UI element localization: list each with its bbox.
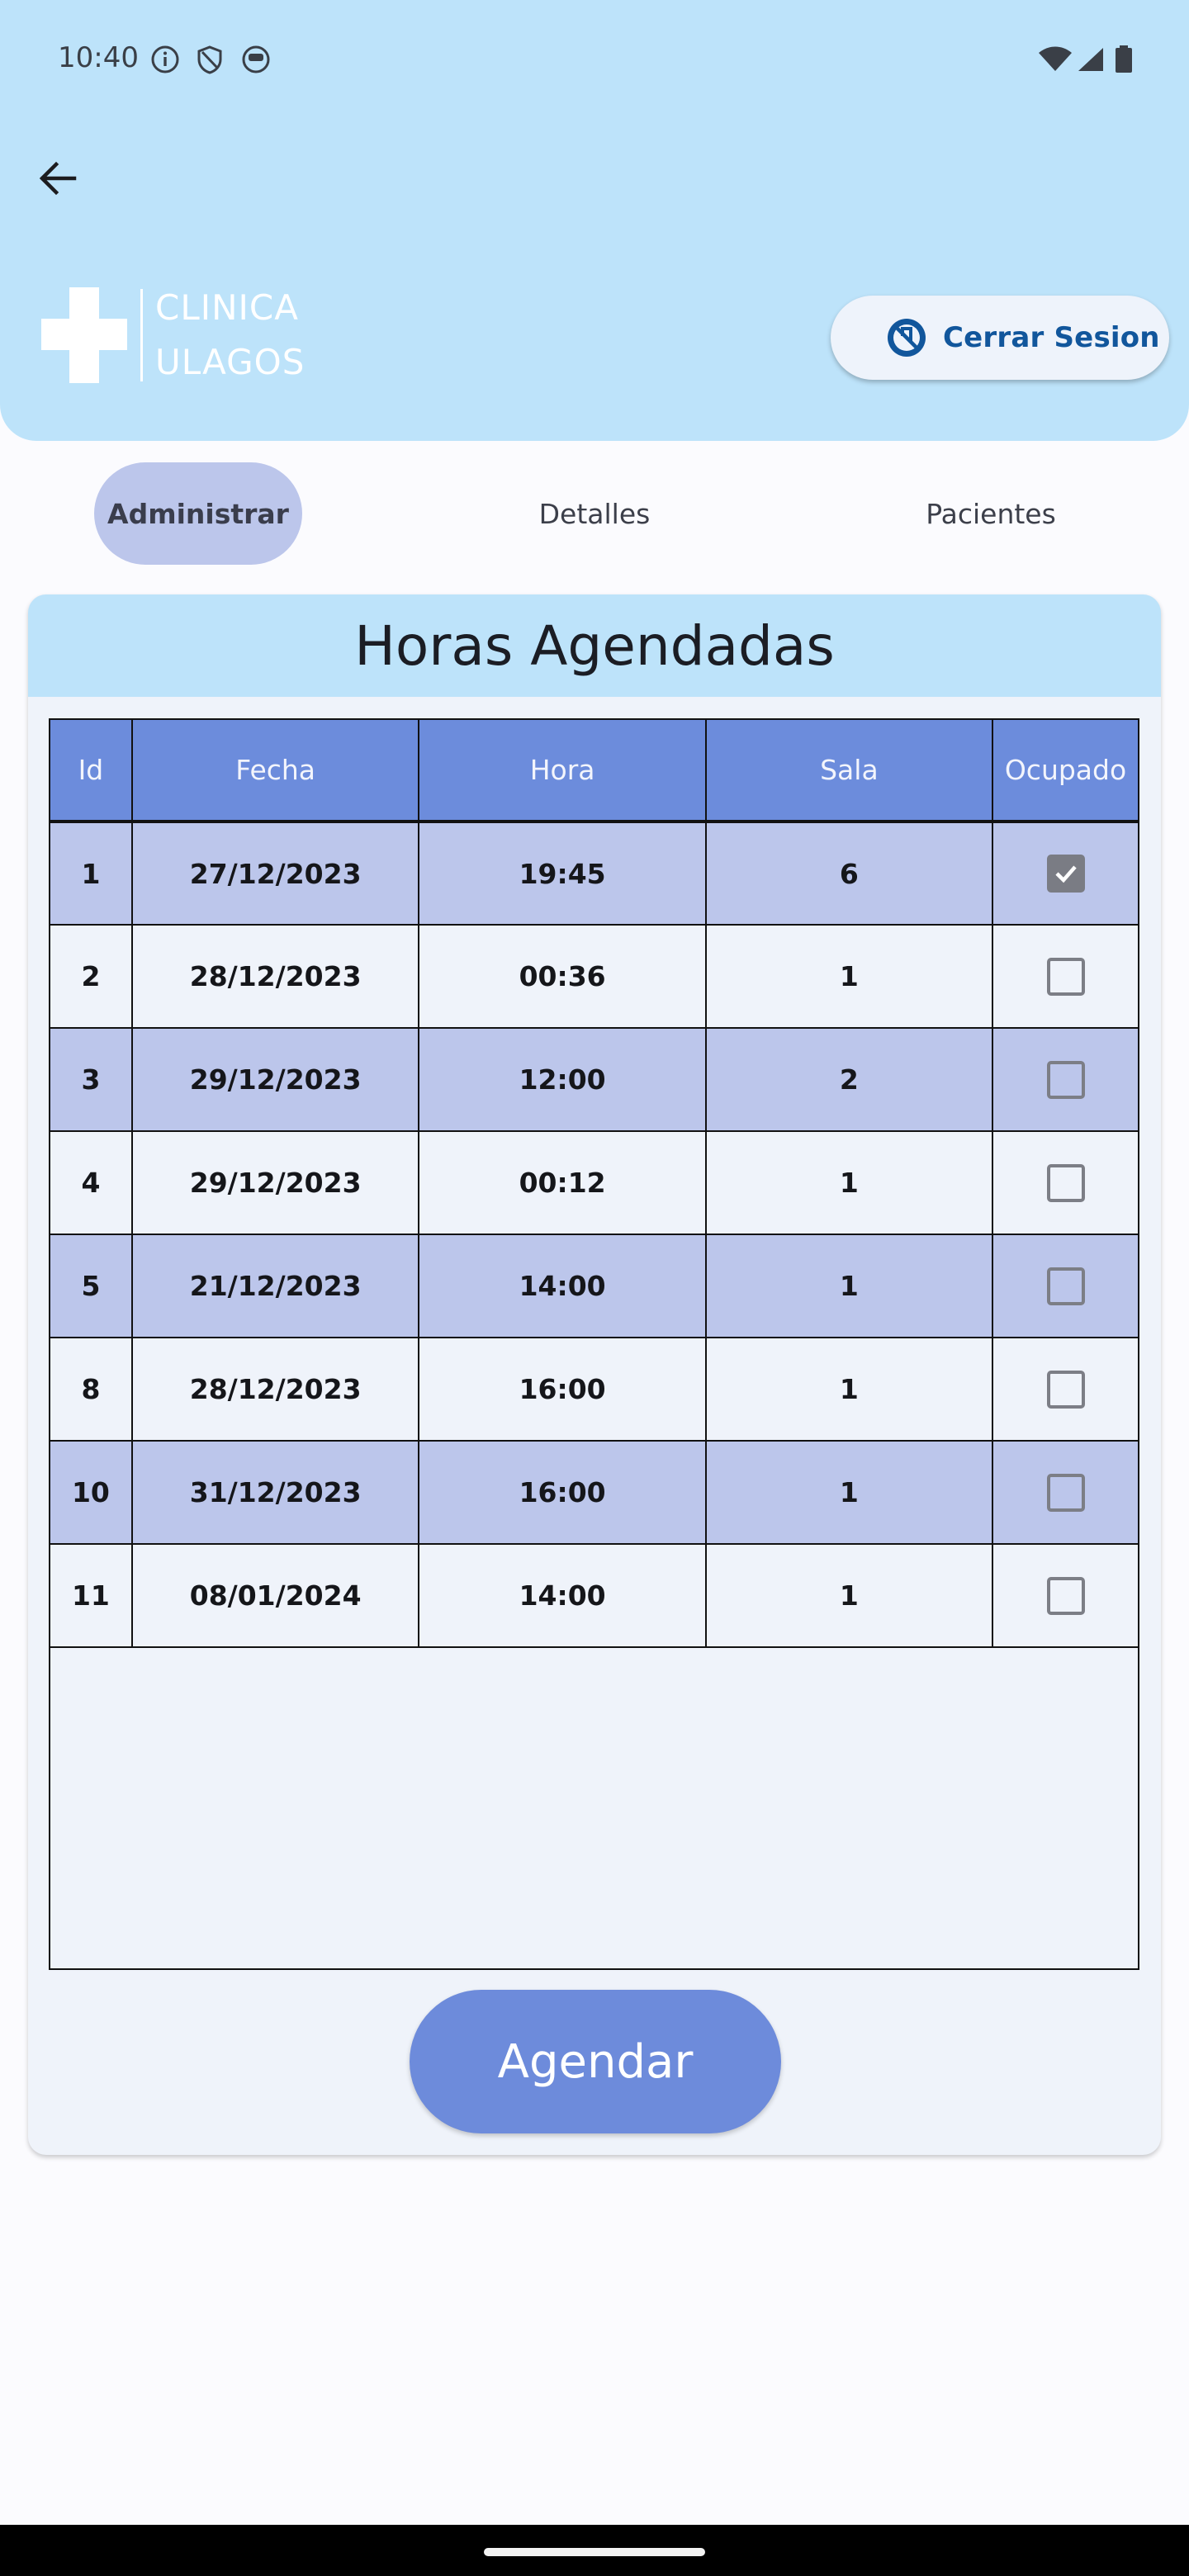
col-header-sala[interactable]: Sala	[704, 718, 994, 822]
table-header-row: Id Fecha Hora Sala Ocupado	[49, 718, 1139, 822]
cell-hora: 14:00	[418, 1543, 707, 1648]
ocupado-checkbox[interactable]	[1046, 1370, 1085, 1409]
clinic-logo: CLINICA ULAGOS	[41, 281, 314, 388]
tab-detalles[interactable]: Detalles	[495, 462, 694, 565]
cell-fecha: 29/12/2023	[130, 1027, 420, 1132]
logo-line-2: ULAGOS	[155, 342, 306, 382]
tab-pacientes[interactable]: Pacientes	[892, 462, 1090, 565]
cell-sala: 1	[704, 1234, 994, 1338]
cell-id: 2	[49, 924, 133, 1029]
home-gesture-handle[interactable]	[484, 2548, 705, 2556]
cell-fecha: 27/12/2023	[130, 821, 420, 926]
cell-hora: 12:00	[418, 1027, 707, 1132]
cell-fecha: 08/01/2024	[130, 1543, 420, 1648]
cell-ocupado	[992, 1234, 1139, 1338]
cell-ocupado	[992, 1130, 1139, 1235]
table-row[interactable]: 8 28/12/2023 16:00 1	[49, 1337, 1139, 1442]
wifi-icon	[1039, 46, 1072, 71]
cell-sala: 1	[704, 1440, 994, 1545]
check-icon	[1054, 865, 1077, 883]
cell-fecha: 28/12/2023	[130, 1337, 420, 1442]
cell-fecha: 21/12/2023	[130, 1234, 420, 1338]
cell-id: 5	[49, 1234, 133, 1338]
cell-ocupado	[992, 1440, 1139, 1545]
logout-label: Cerrar Sesion	[943, 321, 1160, 354]
col-header-ocupado[interactable]: Ocupado	[992, 718, 1139, 822]
col-header-hora[interactable]: Hora	[418, 718, 707, 822]
battery-icon	[1116, 45, 1132, 73]
ocupado-checkbox[interactable]	[1046, 1576, 1085, 1615]
cell-hora: 14:00	[418, 1234, 707, 1338]
ocupado-checkbox[interactable]	[1046, 1163, 1085, 1202]
logout-button[interactable]: Cerrar Sesion	[831, 296, 1169, 380]
cell-sala: 1	[704, 1543, 994, 1648]
cell-id: 1	[49, 821, 133, 926]
ocupado-checkbox[interactable]	[1046, 1060, 1085, 1099]
cell-fecha: 29/12/2023	[130, 1130, 420, 1235]
back-arrow-icon[interactable]	[31, 152, 84, 205]
cell-hora: 16:00	[418, 1337, 707, 1442]
signal-icon	[1078, 48, 1103, 71]
table-row[interactable]: 5 21/12/2023 14:00 1	[49, 1234, 1139, 1338]
cell-fecha: 31/12/2023	[130, 1440, 420, 1545]
agendar-button[interactable]: Agendar	[410, 1990, 781, 2133]
cell-sala: 2	[704, 1027, 994, 1132]
logout-icon	[888, 319, 926, 357]
appointments-table-container: Id Fecha Hora Sala Ocupado 1 27/12/2023 19…	[49, 718, 1139, 1970]
logo-line-1: CLINICA	[155, 287, 299, 328]
cell-ocupado	[992, 1543, 1139, 1648]
cell-sala: 1	[704, 1130, 994, 1235]
col-header-id[interactable]: Id	[49, 718, 133, 822]
cell-id: 10	[49, 1440, 133, 1545]
cell-id: 11	[49, 1543, 133, 1648]
info-icon	[151, 45, 179, 73]
app-icon	[242, 45, 270, 73]
col-header-fecha[interactable]: Fecha	[130, 718, 420, 822]
ocupado-checkbox[interactable]	[1046, 1473, 1085, 1512]
status-time: 10:40	[58, 41, 139, 74]
scheduled-hours-card: Horas Agendadas Id Fecha Hora Sala Ocupa…	[28, 594, 1161, 2155]
cell-sala: 1	[704, 924, 994, 1029]
card-title: Horas Agendadas	[354, 613, 835, 678]
app-header: 10:40 CLINICA ULAGOS Cerrar Sesion	[0, 0, 1189, 441]
cell-sala: 1	[704, 1337, 994, 1442]
table-row[interactable]: 1 27/12/2023 19:45 6	[49, 821, 1139, 926]
ocupado-checkbox-checked[interactable]	[1046, 855, 1085, 893]
tab-administrar[interactable]: Administrar	[94, 462, 302, 565]
cell-ocupado	[992, 924, 1139, 1029]
table-body: 1 27/12/2023 19:45 6 2 28/12/2023 00:36 1 3 29/12…	[49, 821, 1139, 1648]
ocupado-checkbox[interactable]	[1046, 1267, 1085, 1305]
cell-ocupado	[992, 1337, 1139, 1442]
table-row[interactable]: 2 28/12/2023 00:36 1	[49, 924, 1139, 1029]
cell-hora: 00:36	[418, 924, 707, 1029]
cell-sala: 6	[704, 821, 994, 926]
cell-hora: 16:00	[418, 1440, 707, 1545]
ocupado-checkbox[interactable]	[1046, 957, 1085, 996]
cell-id: 3	[49, 1027, 133, 1132]
table-row[interactable]: 11 08/01/2024 14:00 1	[49, 1543, 1139, 1648]
cell-hora: 19:45	[418, 821, 707, 926]
appointments-table: Id Fecha Hora Sala Ocupado 1 27/12/2023 19…	[49, 718, 1139, 1648]
cell-ocupado	[992, 821, 1139, 926]
shield-icon	[197, 45, 222, 74]
cell-hora: 00:12	[418, 1130, 707, 1235]
table-row[interactable]: 10 31/12/2023 16:00 1	[49, 1440, 1139, 1545]
card-header: Horas Agendadas	[28, 594, 1161, 697]
table-row[interactable]: 3 29/12/2023 12:00 2	[49, 1027, 1139, 1132]
cell-ocupado	[992, 1027, 1139, 1132]
cell-fecha: 28/12/2023	[130, 924, 420, 1029]
cell-id: 8	[49, 1337, 133, 1442]
cell-id: 4	[49, 1130, 133, 1235]
table-row[interactable]: 4 29/12/2023 00:12 1	[49, 1130, 1139, 1235]
